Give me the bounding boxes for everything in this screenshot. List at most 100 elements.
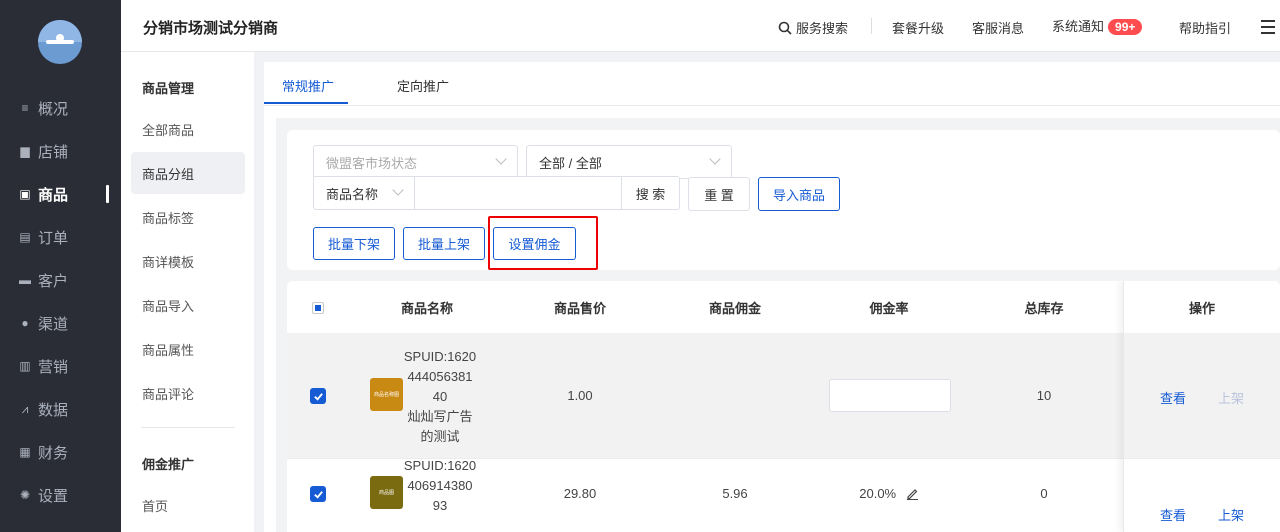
nav-item-label: 订单 [38, 229, 69, 247]
nav-item-label: 渠道 [38, 315, 69, 333]
shop-title: 分销市场测试分销商 [143, 20, 279, 37]
price-cell: 1.00 [567, 388, 593, 403]
batch-off-shelf-button[interactable]: 批量下架 [313, 227, 395, 260]
nav-item-shop[interactable]: ▆ 店铺 [0, 131, 121, 171]
thumbnail-text: 商品名称图 [373, 392, 399, 398]
subnav-group-title: 佣金推广 [142, 457, 195, 472]
chevron-down-icon [709, 153, 721, 165]
nav-item-label: 店铺 [38, 143, 69, 161]
market-status-placeholder: 微盟客市场状态 [326, 155, 418, 171]
subnav-item-goods-group[interactable]: 商品分组 [131, 152, 245, 194]
main-sidebar: ≡ 概况 ▆ 店铺 ▣ 商品 ▤ 订单 ▬ 客户 ● 渠道 ▥ 营销 ⩘ 数据 … [0, 0, 121, 532]
shop-icon: ▆ [20, 144, 30, 158]
nav-item-settings[interactable]: ✺ 设置 [0, 475, 121, 515]
nav-item-label: 数据 [38, 401, 69, 419]
view-link[interactable]: 查看 [1160, 388, 1186, 407]
operation-column: 操作 查看 上架 查看 上架 [1123, 281, 1280, 532]
sub-sidebar: 商品管理 全部商品 商品分组 商品标签 商详模板 商品导入 商品属性 商品评论 … [121, 52, 254, 532]
nav-item-channel[interactable]: ● 渠道 [0, 303, 121, 343]
settings-icon: ✺ [19, 488, 31, 502]
nav-item-data[interactable]: ⩘ 数据 [0, 389, 121, 429]
column-header-price: 商品售价 [553, 300, 606, 316]
notice-count-badge: 99+ [1108, 19, 1143, 35]
product-name[interactable]: SPUID:1620 444056381 40 灿灿写广告 的测试 [400, 347, 480, 447]
commission-cell: 5.96 [722, 486, 748, 501]
nav-item-goods[interactable]: ▣ 商品 [0, 174, 121, 214]
nav-item-order[interactable]: ▤ 订单 [0, 217, 121, 257]
column-header-commission: 商品佣金 [708, 300, 761, 316]
name-line: SPUID:1620 [403, 458, 477, 473]
nav-item-label: 财务 [38, 444, 69, 462]
nav-item-label: 概况 [38, 100, 69, 118]
nav-item-overview[interactable]: ≡ 概况 [0, 88, 121, 128]
column-header-stock: 总库存 [1024, 300, 1064, 316]
nav-item-marketing[interactable]: ▥ 营销 [0, 346, 121, 386]
search-field-select[interactable]: 商品名称 [313, 176, 415, 210]
order-icon: ▤ [19, 230, 31, 244]
row-checkbox[interactable] [310, 388, 326, 404]
stock-cell: 10 [1036, 388, 1052, 403]
name-line: SPUID:1620 [403, 349, 477, 364]
batch-on-shelf-button[interactable]: 批量上架 [403, 227, 485, 260]
nav-item-finance[interactable]: ▦ 财务 [0, 432, 121, 472]
thumbnail-text: 商品图 [378, 490, 394, 496]
column-header-rate: 佣金率 [869, 300, 909, 316]
product-thumbnail[interactable]: 商品名称图 [370, 378, 403, 411]
tab-targeted-promotion[interactable]: 定向推广 [397, 76, 449, 95]
edit-icon[interactable] [906, 487, 919, 500]
category-value: 全部 / 全部 [539, 155, 602, 171]
help-link[interactable]: 帮助指引 [1179, 18, 1231, 37]
select-all-checkbox[interactable] [312, 302, 324, 314]
subnav-item-goods-attr[interactable]: 商品属性 [131, 328, 245, 370]
subnav-item-all-goods[interactable]: 全部商品 [131, 108, 245, 150]
highlight-box [488, 216, 598, 270]
import-goods-button[interactable]: 导入商品 [758, 177, 840, 211]
market-status-select[interactable]: 微盟客市场状态 [313, 145, 518, 179]
row-checkbox[interactable] [310, 486, 326, 502]
name-line: 40 [432, 389, 448, 404]
chevron-down-icon [392, 184, 404, 196]
service-message-link[interactable]: 客服消息 [972, 18, 1024, 37]
view-link[interactable]: 查看 [1160, 505, 1186, 524]
goods-table: 商品名称 商品售价 商品佣金 佣金率 总库存 商品名称图 SPUID:1620 … [287, 281, 1280, 532]
subnav-item-goods-tag[interactable]: 商品标签 [131, 196, 245, 238]
tab-regular-promotion[interactable]: 常规推广 [282, 76, 334, 95]
name-line: 灿灿写广告 [407, 409, 473, 424]
subnav-item-goods-import[interactable]: 商品导入 [131, 284, 245, 326]
marketing-icon: ▥ [19, 359, 31, 373]
subnav-item-home[interactable]: 首页 [131, 484, 245, 526]
tab-bar: 常规推广 定向推广 [264, 62, 1280, 106]
subnav-item-detail-template[interactable]: 商详模板 [131, 240, 245, 282]
subnav-item-goods-review[interactable]: 商品评论 [131, 372, 245, 414]
shop-logo[interactable] [38, 20, 82, 64]
list-icon: ≡ [21, 101, 29, 115]
nav-item-label: 营销 [38, 358, 69, 376]
price-cell: 29.80 [563, 486, 597, 501]
nav-item-customer[interactable]: ▬ 客户 [0, 260, 121, 300]
customer-icon: ▬ [19, 273, 31, 287]
reset-button[interactable]: 重 置 [688, 177, 750, 211]
product-thumbnail[interactable]: 商品图 [370, 476, 403, 509]
nav-item-label: 客户 [38, 272, 69, 290]
category-select[interactable]: 全部 / 全部 [526, 145, 732, 179]
on-shelf-link[interactable]: 上架 [1218, 505, 1244, 524]
name-line: 的测试 [420, 429, 460, 444]
search-button[interactable]: 搜 索 [621, 176, 680, 210]
active-indicator [106, 185, 109, 203]
commission-rate-input[interactable] [829, 379, 951, 412]
chevron-down-icon [495, 153, 507, 165]
top-header: 分销市场测试分销商 服务搜索 套餐升级 客服消息 系统通知 99+ 帮助指引 [121, 0, 1280, 52]
system-notice-link[interactable]: 系统通知 99+ [1052, 16, 1143, 35]
commission-rate-cell[interactable]: 20.0% [849, 486, 929, 501]
search-input[interactable] [414, 176, 622, 210]
on-shelf-link-disabled: 上架 [1218, 391, 1245, 406]
search-field-value: 商品名称 [326, 186, 379, 202]
goods-icon: ▣ [19, 187, 31, 201]
menu-icon[interactable] [1261, 20, 1275, 34]
upgrade-link[interactable]: 套餐升级 [892, 18, 944, 37]
product-name[interactable]: SPUID:1620 406914380 93 [400, 456, 480, 516]
service-search-label: 服务搜索 [796, 21, 849, 36]
commission-rate-value: 20.0% [859, 486, 897, 501]
data-icon: ⩘ [21, 401, 29, 416]
service-search-link[interactable]: 服务搜索 [778, 18, 848, 37]
